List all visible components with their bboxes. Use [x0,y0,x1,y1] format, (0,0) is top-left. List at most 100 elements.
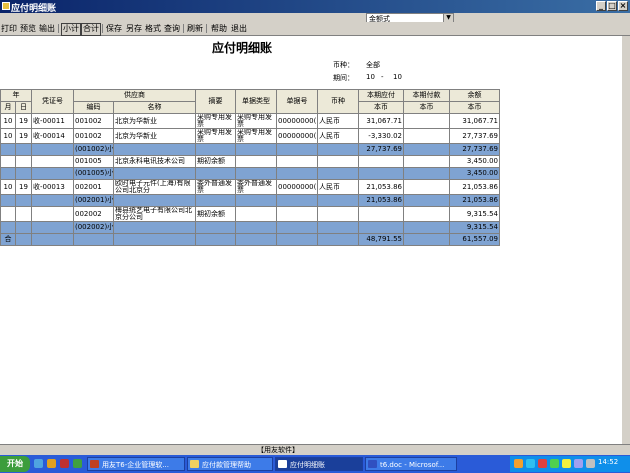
toolbar: 打印 预览 输出 小计 合计 保存 另存 格式 查询 刷新 帮助 退出 [0,22,630,36]
cell-voucher [31,206,74,222]
toolbar-divider [206,24,207,33]
cell-paid [403,128,450,144]
vertical-scrollbar[interactable] [622,36,630,444]
subtotal-button[interactable]: 小计 [61,23,81,36]
cell-m [0,155,16,168]
preview-button[interactable]: 预览 [20,23,36,34]
cell-code: (002001)小计: [73,194,114,207]
task-ufida[interactable]: 用友T6-企业管理软... [87,457,185,471]
cell-docno: 00000000( [276,179,318,195]
start-button[interactable]: 开始 [0,456,30,472]
cell-cur: 人民币 [317,113,359,129]
header-code: 编码 [73,101,114,114]
cell-name: 欧时电子元件(上海)有限公司北京分 [113,179,196,195]
cell-payable [358,155,404,168]
browser-icon[interactable] [47,459,56,468]
cell-code: (002002)小计: [73,221,114,234]
header-doctype: 单据类型 [235,89,277,114]
cell-docno [276,143,318,156]
cell-d [15,194,32,207]
tray-icon[interactable] [550,459,559,468]
table-row[interactable]: 10 19 收-00014 001002 北京为华新业 采购专用发票 采购专用发票 00000… [0,128,500,144]
tray-icon[interactable] [526,459,535,468]
cell-d [15,167,32,180]
cell-doctype [235,155,277,168]
table-row[interactable]: (001005)小计: 3,450.00 [0,167,500,180]
cell-voucher: 收-00011 [31,113,74,129]
cell-name: 梅县统艺电子有限公司北京分公司 [113,206,196,222]
minimize-button[interactable]: _ [596,1,606,11]
help-button[interactable]: 帮助 [211,23,227,34]
status-text: 【用友软件】 [257,446,299,454]
cell-balance: 9,315.54 [449,221,500,234]
toolbar-divider [183,24,184,33]
task-word[interactable]: t6.doc - Microsof... [365,457,457,471]
table-row[interactable]: 合 48,791.55 61,557.09 [0,233,500,246]
table-row[interactable]: (001002)小计: 27,737.69 27,737.69 [0,143,500,156]
task-help[interactable]: 应付款管理帮助 [187,457,273,471]
tray-icon[interactable] [574,459,583,468]
save-button[interactable]: 保存 [106,23,122,34]
currency-value: 全部 [366,61,380,69]
cell-cur: 人民币 [317,128,359,144]
cell-payable: 48,791.55 [358,233,404,246]
cell-code: 002001 [73,179,114,195]
cell-balance: 27,737.69 [449,128,500,144]
tray-icon[interactable] [514,459,523,468]
maximize-button[interactable]: □ [607,1,617,11]
currency-label: 币种： [333,61,354,69]
cell-cur [317,155,359,168]
cell-d: 19 [15,113,32,129]
ledger-table: 年 凭证号 供应商 摘要 单据类型 单据号 币种 本期应付 本期付款 余额 月 … [0,89,500,246]
query-button[interactable]: 查询 [164,23,180,34]
export-button[interactable]: 输出 [39,23,55,34]
cell-cur: 人民币 [317,179,359,195]
cell-payable: 21,053.86 [358,194,404,207]
table-row[interactable]: 10 19 收-00013 002001 欧时电子元件(上海)有限公司北京分 委外普通发票… [0,179,500,195]
cell-voucher: 收-00013 [31,179,74,195]
table-row[interactable]: (002001)小计: 21,053.86 21,053.86 [0,194,500,207]
table-row[interactable]: 10 19 收-00011 001002 北京为华新业 采购专用发票 采购专用发票 00000… [0,113,500,129]
cell-cur [317,167,359,180]
cell-cur [317,194,359,207]
cell-payable: 21,053.86 [358,179,404,195]
cell-doctype: 采购专用发票 [235,128,277,144]
cell-paid [403,143,450,156]
cell-m [0,206,16,222]
volume-icon[interactable] [586,459,595,468]
cell-cur [317,233,359,246]
cell-balance: 9,315.54 [449,206,500,222]
tray-icon[interactable] [538,459,547,468]
cell-voucher [31,155,74,168]
refresh-button[interactable]: 刷新 [187,23,203,34]
exit-button[interactable]: 退出 [231,23,247,34]
cell-docno [276,233,318,246]
header-paid: 本期付款 [403,89,450,102]
cell-summary: 采购专用发票 [195,128,236,144]
cell-cur [317,206,359,222]
table-row[interactable]: (002002)小计: 9,315.54 [0,221,500,234]
cell-name: 北京为华新业 [113,128,196,144]
chevron-down-icon[interactable]: ▼ [443,14,453,22]
cell-name [113,233,196,246]
cell-name [113,143,196,156]
cell-code: 001002 [73,113,114,129]
total-button[interactable]: 合计 [81,23,101,36]
format-button[interactable]: 格式 [145,23,161,34]
table-row[interactable]: 001005 北京永科电讯技术公司 期初余额 3,450.00 [0,155,500,168]
app-icon[interactable] [73,459,82,468]
period-label: 期间： [333,74,354,82]
cell-m [0,194,16,207]
header-balance: 余额 [449,89,500,102]
print-button[interactable]: 打印 [1,23,17,34]
desktop-icon[interactable] [34,459,43,468]
table-row[interactable]: 002002 梅县统艺电子有限公司北京分公司 期初余额 9,315.54 [0,206,500,222]
task-ledger[interactable]: 应付明细账 [275,457,363,471]
clock: 14:52 [598,458,619,466]
save-as-button[interactable]: 另存 [126,23,142,34]
close-button[interactable]: × [618,1,628,11]
app-icon[interactable] [60,459,69,468]
header-paid-sub: 本币 [403,101,450,114]
cell-m [0,167,16,180]
tray-icon[interactable] [562,459,571,468]
